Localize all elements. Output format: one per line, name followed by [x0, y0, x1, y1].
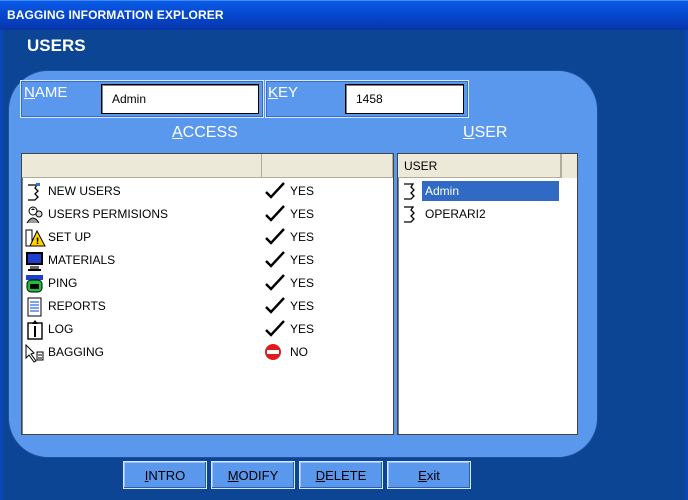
- check-icon: [265, 228, 285, 245]
- no-entry-icon: [265, 344, 281, 360]
- access-row[interactable]: MATERIALS YES: [22, 249, 393, 272]
- name-field[interactable]: Admin: [101, 84, 259, 114]
- reports-icon: [27, 297, 42, 317]
- check-icon: [265, 251, 285, 268]
- delete-button[interactable]: DELETE: [299, 461, 383, 489]
- access-row-value: YES: [290, 253, 315, 267]
- access-row-value: YES: [290, 276, 315, 290]
- access-column-header-2[interactable]: [262, 154, 393, 178]
- ping-icon: [26, 275, 43, 293]
- intro-button[interactable]: INTRO: [123, 461, 207, 489]
- svg-text:!: !: [36, 237, 40, 247]
- user-title: USER: [463, 124, 508, 141]
- check-icon: [265, 320, 285, 337]
- check-icon: [265, 297, 285, 314]
- access-row[interactable]: BAGGING NO: [22, 341, 393, 364]
- user-list-item[interactable]: OPERARI2: [398, 203, 577, 225]
- users-permissions-icon: [26, 206, 43, 224]
- check-icon: [265, 182, 285, 199]
- access-row-label: NEW USERS: [48, 184, 121, 198]
- access-row-value: YES: [290, 322, 315, 336]
- user-list-item[interactable]: Admin: [398, 180, 577, 202]
- access-row-label: MATERIALS: [48, 253, 116, 267]
- access-row-value: YES: [290, 299, 315, 313]
- list-header-filler: [561, 154, 577, 178]
- access-row-label: SET UP: [48, 230, 92, 244]
- log-icon: [27, 320, 43, 340]
- check-icon: [265, 274, 285, 291]
- setup-icon: !: [25, 229, 46, 247]
- user-list-item-label: Admin: [422, 181, 559, 201]
- title-bar[interactable]: BAGGING INFORMATION EXPLORER: [0, 0, 688, 30]
- page-title: USERS: [27, 36, 86, 55]
- access-row-label: PING: [48, 276, 78, 290]
- check-icon: [265, 205, 285, 222]
- new-user-icon: [28, 183, 40, 201]
- access-row[interactable]: USERS PERMISIONS YES: [22, 203, 393, 226]
- access-title: ACCESS: [172, 124, 238, 141]
- access-list[interactable]: NEW USERS YES USERS PERMISIONS YES ! SET…: [21, 153, 394, 435]
- bagging-icon: [25, 343, 44, 363]
- access-row-label: REPORTS: [48, 299, 106, 313]
- user-list[interactable]: USER Admin OPERARI2: [397, 153, 578, 435]
- access-column-header-1[interactable]: [22, 154, 262, 178]
- access-row[interactable]: REPORTS YES: [22, 295, 393, 318]
- access-row-value: YES: [290, 207, 315, 221]
- key-field[interactable]: 1458: [345, 84, 464, 114]
- access-row[interactable]: NEW USERS YES: [22, 180, 393, 203]
- name-label: NAME: [24, 84, 68, 101]
- access-row-label: BAGGING: [48, 345, 105, 359]
- access-row[interactable]: PING YES: [22, 272, 393, 295]
- exit-button[interactable]: Exit: [387, 461, 471, 489]
- access-row[interactable]: LOG YES: [22, 318, 393, 341]
- access-row-value: YES: [290, 184, 315, 198]
- modify-button[interactable]: MODIFY: [211, 461, 295, 489]
- access-row[interactable]: ! SET UP YES: [22, 226, 393, 249]
- user-icon: [404, 206, 415, 223]
- user-list-item-label: OPERARI2: [425, 207, 486, 221]
- key-label: KEY: [268, 84, 299, 101]
- access-row-label: USERS PERMISIONS: [48, 207, 169, 221]
- user-column-header[interactable]: USER: [398, 154, 561, 178]
- access-row-value: NO: [290, 345, 308, 359]
- access-row-label: LOG: [48, 322, 74, 336]
- window-title: BAGGING INFORMATION EXPLORER: [7, 8, 224, 22]
- user-icon: [404, 183, 415, 200]
- materials-icon: [26, 252, 43, 271]
- access-row-value: YES: [290, 230, 315, 244]
